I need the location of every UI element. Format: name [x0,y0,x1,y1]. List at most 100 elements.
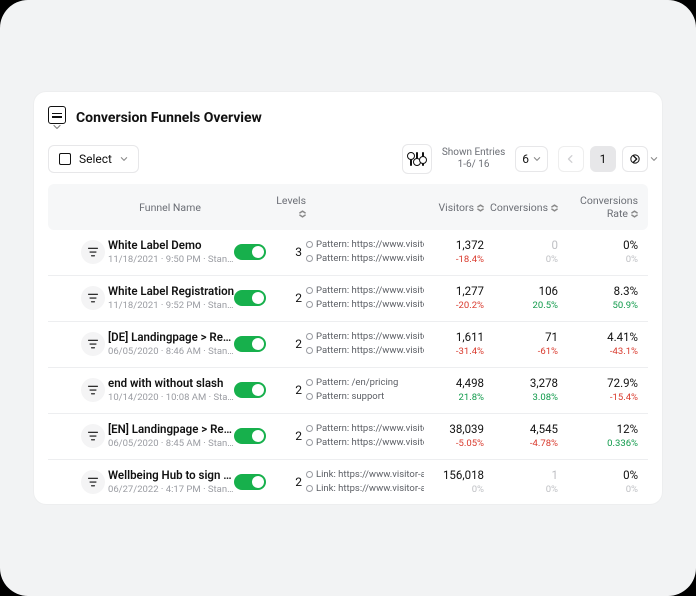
conversions-value: 4,545 [484,422,558,436]
levels-value: 2 [276,429,306,443]
conversions-delta: -4.78% [484,438,558,449]
page-header: Conversion Funnels Overview [48,106,648,130]
rate-delta: 0% [558,484,638,495]
select-label: Select [79,152,112,166]
funnel-icon [80,286,106,310]
table-body: White Label Demo 11/18/2021 · 9:50 PM · … [48,230,648,504]
table-row[interactable]: White Label Registration 11/18/2021 · 9:… [48,276,648,322]
pattern-line: Pattern: https://www.visito… [316,330,424,343]
funnel-icon [80,240,106,264]
levels-value: 2 [276,475,306,489]
funnel-icon [80,378,106,402]
active-toggle[interactable] [234,382,266,398]
database-icon [48,106,66,130]
levels-value: 3 [276,245,306,259]
conversions-value: 1 [484,468,558,482]
col-conversions-rate[interactable]: Conversions Rate [558,194,642,220]
pin-icon [306,301,313,308]
app-frame: Conversion Funnels Overview Select Shown… [0,0,696,596]
table-row[interactable]: end with without slash 10/14/2020 · 10:0… [48,368,648,414]
active-toggle[interactable] [234,474,266,490]
visitors-value: 1,277 [424,284,484,298]
funnel-icon [80,470,106,494]
pattern-preview: Pattern: https://www.visito… Pattern: ht… [306,422,424,449]
rate-value: 12% [558,422,638,436]
active-toggle[interactable] [234,290,266,306]
pin-icon [306,333,313,340]
table-row[interactable]: Wellbeing Hub to sign up 06/27/2022 · 4:… [48,460,648,504]
pin-icon [306,287,313,294]
shown-entries: Shown Entries 1-6/ 16 [442,147,505,172]
page-title: Conversion Funnels Overview [76,110,262,126]
sort-icon [477,204,484,212]
conversions-delta: 3.08% [484,392,558,403]
pattern-line: Pattern: https://www.visito… [316,252,424,265]
funnel-meta: 06/27/2022 · 4:17 PM · Stan Stati… [108,484,234,495]
col-funnel-name[interactable]: Funnel Name [106,201,234,214]
rate-delta: -15.4% [558,392,638,403]
table-row[interactable]: White Label Demo 11/18/2021 · 9:50 PM · … [48,230,648,276]
next-page-button[interactable] [622,146,648,172]
table-header: Funnel Name Levels Visitors Conversions … [48,184,648,230]
visitors-delta: 0% [424,484,484,495]
shown-entries-label: Shown Entries [442,147,505,160]
col-levels[interactable]: Levels [276,194,306,220]
conversions-delta: -61% [484,346,558,357]
pattern-line: Pattern: https://www.visito… [316,284,424,297]
conversions-value: 3,278 [484,376,558,390]
funnel-name: White Label Registration [108,284,234,298]
funnel-name: [EN] Landingpage > Regist… [108,422,234,436]
col-conversions[interactable]: Conversions [484,201,558,214]
col-conversions-label: Conversions [490,201,548,214]
checkbox-icon [59,153,71,165]
col-visitors-label: Visitors [438,201,474,214]
visitors-delta: 21.8% [424,392,484,403]
funnels-table: Funnel Name Levels Visitors Conversions … [48,184,648,504]
rate-delta: 0% [558,254,638,265]
pin-icon [306,393,313,400]
chevron-down-icon [120,155,128,163]
col-visitors[interactable]: Visitors [424,201,484,214]
pattern-line: Link: https://www.visitor-a… [316,482,424,495]
levels-value: 2 [276,383,306,397]
conversions-delta: 20.5% [484,300,558,311]
table-row[interactable]: [EN] Landingpage > Regist… 06/05/2020 · … [48,414,648,460]
pager: 1 [558,146,648,172]
pattern-preview: Pattern: https://www.visito… Pattern: ht… [306,330,424,357]
content-card: Conversion Funnels Overview Select Shown… [34,92,662,504]
pin-icon [306,471,313,478]
funnel-meta: 06/05/2020 · 8:45 AM · Stan Stati… [108,438,234,449]
visitors-value: 1,611 [424,330,484,344]
select-button[interactable]: Select [48,145,139,173]
page-size-value: 6 [522,152,529,166]
rate-delta: -43.1% [558,346,638,357]
filter-button[interactable] [402,144,432,174]
funnel-name: [DE] Landingpage > Regist… [108,330,234,344]
active-toggle[interactable] [234,428,266,444]
shown-entries-range: 1-6/ 16 [442,159,505,172]
table-row[interactable]: [DE] Landingpage > Regist… 06/05/2020 · … [48,322,648,368]
visitors-delta: -20.2% [424,300,484,311]
levels-value: 2 [276,291,306,305]
page-size-dropdown[interactable]: 6 [515,146,548,172]
visitors-value: 156,018 [424,468,484,482]
active-toggle[interactable] [234,336,266,352]
pin-icon [306,241,313,248]
pattern-line: Pattern: https://www.visito… [316,298,424,311]
pattern-line: Pattern: https://www.visito… [316,436,424,449]
rate-value: 0% [558,468,638,482]
conversions-delta: 0% [484,254,558,265]
sort-icon [299,210,306,218]
rate-value: 72.9% [558,376,638,390]
pattern-line: Pattern: https://www.visito… [316,422,424,435]
col-rate-label: Conversions Rate [580,194,638,220]
visitors-delta: -18.4% [424,254,484,265]
pattern-preview: Pattern: /en/pricing Pattern: support [306,376,424,403]
funnel-meta: 10/14/2020 · 10:08 AM · Stan Stati… [108,392,234,403]
prev-page-button[interactable] [558,146,584,172]
active-toggle[interactable] [234,244,266,260]
chevron-down-icon [650,156,658,162]
rate-delta: 0.336% [558,438,638,449]
funnel-icon [80,332,106,356]
current-page[interactable]: 1 [590,146,616,172]
